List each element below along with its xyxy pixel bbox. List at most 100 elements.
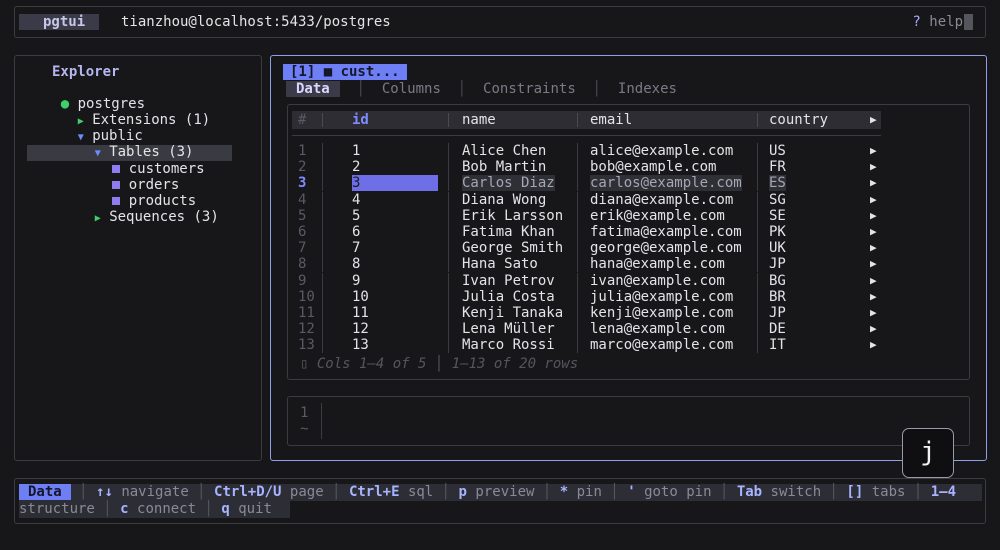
- row-more-arrow-icon[interactable]: ▶: [870, 159, 877, 175]
- tree-item-table[interactable]: customers: [78, 145, 205, 177]
- row-number-cell[interactable]: 5: [298, 208, 306, 224]
- id-cell[interactable]: 6: [352, 224, 360, 240]
- email-cell[interactable]: fatima@example.com: [590, 224, 742, 240]
- row-more-arrow-icon[interactable]: ▶: [870, 289, 877, 305]
- row-more-arrow-icon[interactable]: ▶: [870, 240, 877, 256]
- table-row[interactable]: 13 13 Marco Rossi marco@example.com IT ▶: [292, 337, 972, 354]
- country-cell[interactable]: UK: [769, 240, 786, 256]
- row-number-cell[interactable]: 6: [298, 224, 306, 240]
- id-cell[interactable]: 13: [352, 337, 369, 353]
- email-cell[interactable]: kenji@example.com: [590, 305, 733, 321]
- row-more-arrow-icon[interactable]: ▶: [870, 208, 877, 224]
- name-cell[interactable]: Hana Sato: [462, 256, 538, 272]
- column-header-id[interactable]: id: [352, 111, 369, 129]
- row-more-arrow-icon[interactable]: ▶: [870, 143, 877, 159]
- table-row[interactable]: 5 5 Erik Larsson erik@example.com SE ▶: [292, 207, 972, 224]
- tab-data[interactable]: Data: [286, 81, 340, 97]
- tree-item-table[interactable]: orders: [78, 161, 179, 193]
- name-cell[interactable]: Fatima Khan: [462, 224, 555, 240]
- name-cell[interactable]: Diana Wong: [462, 192, 546, 208]
- table-row[interactable]: 11 11 Kenji Tanaka kenji@example.com JP ▶: [292, 305, 972, 321]
- email-cell[interactable]: erik@example.com: [590, 208, 725, 224]
- country-cell[interactable]: IT: [769, 337, 786, 353]
- row-number-cell[interactable]: 1: [298, 143, 306, 159]
- country-cell[interactable]: SE: [769, 208, 786, 224]
- row-number-cell[interactable]: 13: [298, 337, 315, 353]
- name-cell[interactable]: Carlos Diaz: [462, 175, 555, 192]
- row-more-arrow-icon[interactable]: ▶: [870, 337, 877, 353]
- row-number-cell[interactable]: 10: [298, 289, 315, 305]
- id-cell[interactable]: 7: [352, 240, 360, 256]
- row-number-cell[interactable]: 7: [298, 240, 306, 256]
- sql-editor[interactable]: 1 ~: [287, 396, 970, 446]
- table-row[interactable]: 6 6 Fatima Khan fatima@example.com PK ▶: [292, 224, 972, 240]
- name-cell[interactable]: George Smith: [462, 240, 563, 256]
- open-table-tab[interactable]: [1] ■ cust...: [283, 64, 407, 80]
- country-cell[interactable]: FR: [769, 159, 786, 175]
- row-more-arrow-icon[interactable]: ▶: [870, 273, 877, 289]
- id-cell[interactable]: 9: [352, 273, 360, 289]
- name-cell[interactable]: Lena Müller: [462, 321, 555, 337]
- name-cell[interactable]: Ivan Petrov: [462, 273, 555, 289]
- email-cell[interactable]: marco@example.com: [590, 337, 733, 353]
- email-cell[interactable]: alice@example.com: [590, 143, 733, 159]
- id-cell[interactable]: 11: [352, 305, 369, 321]
- email-cell[interactable]: george@example.com: [590, 240, 742, 256]
- tree-item-table[interactable]: products: [78, 177, 196, 209]
- email-cell[interactable]: carlos@example.com: [590, 175, 742, 192]
- table-row[interactable]: 8 8 Hana Sato hana@example.com JP ▶: [292, 256, 972, 273]
- table-row[interactable]: 12 12 Lena Müller lena@example.com DE ▶: [292, 321, 972, 338]
- country-cell[interactable]: BG: [769, 273, 786, 289]
- data-grid[interactable]: # id name email country ▶ 1 1 Alice Chen al…: [287, 104, 970, 380]
- email-cell[interactable]: lena@example.com: [590, 321, 725, 337]
- country-cell[interactable]: ES: [769, 175, 786, 192]
- row-more-arrow-icon[interactable]: ▶: [870, 305, 877, 321]
- row-number-cell[interactable]: 8: [298, 256, 306, 272]
- email-cell[interactable]: diana@example.com: [590, 192, 733, 208]
- row-more-arrow-icon[interactable]: ▶: [870, 321, 877, 337]
- id-cell[interactable]: 1: [352, 143, 360, 159]
- row-more-arrow-icon[interactable]: ▶: [870, 175, 877, 191]
- name-cell[interactable]: Erik Larsson: [462, 208, 563, 224]
- email-cell[interactable]: hana@example.com: [590, 256, 725, 272]
- name-cell[interactable]: Alice Chen: [462, 143, 546, 159]
- table-row[interactable]: 1 1 Alice Chen alice@example.com US ▶: [292, 143, 972, 159]
- scroll-right-arrow-icon[interactable]: ▶: [870, 111, 877, 129]
- column-header-email[interactable]: email: [590, 111, 632, 129]
- tree-item-schema[interactable]: ▼ public: [44, 112, 143, 144]
- country-cell[interactable]: US: [769, 143, 786, 159]
- country-cell[interactable]: JP: [769, 256, 786, 272]
- country-cell[interactable]: JP: [769, 305, 786, 321]
- row-number-cell[interactable]: 9: [298, 273, 306, 289]
- country-cell[interactable]: PK: [769, 224, 786, 240]
- country-cell[interactable]: BR: [769, 289, 786, 305]
- name-cell[interactable]: Julia Costa: [462, 289, 555, 305]
- row-number-cell[interactable]: 2: [298, 159, 306, 175]
- row-number-cell[interactable]: 4: [298, 192, 306, 208]
- table-row[interactable]: 3 3 Carlos Diaz carlos@example.com ES ▶: [292, 175, 972, 192]
- id-cell[interactable]: 10: [352, 289, 369, 305]
- tree-item-extensions[interactable]: ▶ Extensions (1): [44, 96, 210, 128]
- tree-item-database[interactable]: ● postgres: [27, 80, 145, 112]
- tab-indexes[interactable]: Indexes: [618, 81, 677, 97]
- id-cell[interactable]: 4: [352, 192, 360, 208]
- email-cell[interactable]: ivan@example.com: [590, 273, 725, 289]
- row-more-arrow-icon[interactable]: ▶: [870, 256, 877, 272]
- row-more-arrow-icon[interactable]: ▶: [870, 192, 877, 208]
- email-cell[interactable]: julia@example.com: [590, 289, 733, 305]
- id-cell[interactable]: 12: [352, 321, 369, 337]
- row-number-cell[interactable]: 11: [298, 305, 315, 321]
- row-more-arrow-icon[interactable]: ▶: [870, 224, 877, 240]
- table-row[interactable]: 7 7 George Smith george@example.com UK ▶: [292, 240, 972, 257]
- tree-item-sequences[interactable]: ▶ Sequences (3): [61, 193, 219, 225]
- help-button[interactable]: ? help: [912, 14, 973, 30]
- id-cell[interactable]: 5: [352, 208, 360, 224]
- table-row[interactable]: 9 9 Ivan Petrov ivan@example.com BG ▶: [292, 272, 972, 289]
- table-row[interactable]: 2 2 Bob Martin bob@example.com FR ▶: [292, 159, 972, 176]
- tab-constraints[interactable]: Constraints: [483, 81, 576, 97]
- id-cell[interactable]: 2: [352, 159, 360, 175]
- row-number-cell[interactable]: 12: [298, 321, 315, 337]
- tree-item-tables[interactable]: ▼ Tables (3): [61, 128, 194, 160]
- email-cell[interactable]: bob@example.com: [590, 159, 716, 175]
- table-row[interactable]: 10 10 Julia Costa julia@example.com BR ▶: [292, 288, 972, 305]
